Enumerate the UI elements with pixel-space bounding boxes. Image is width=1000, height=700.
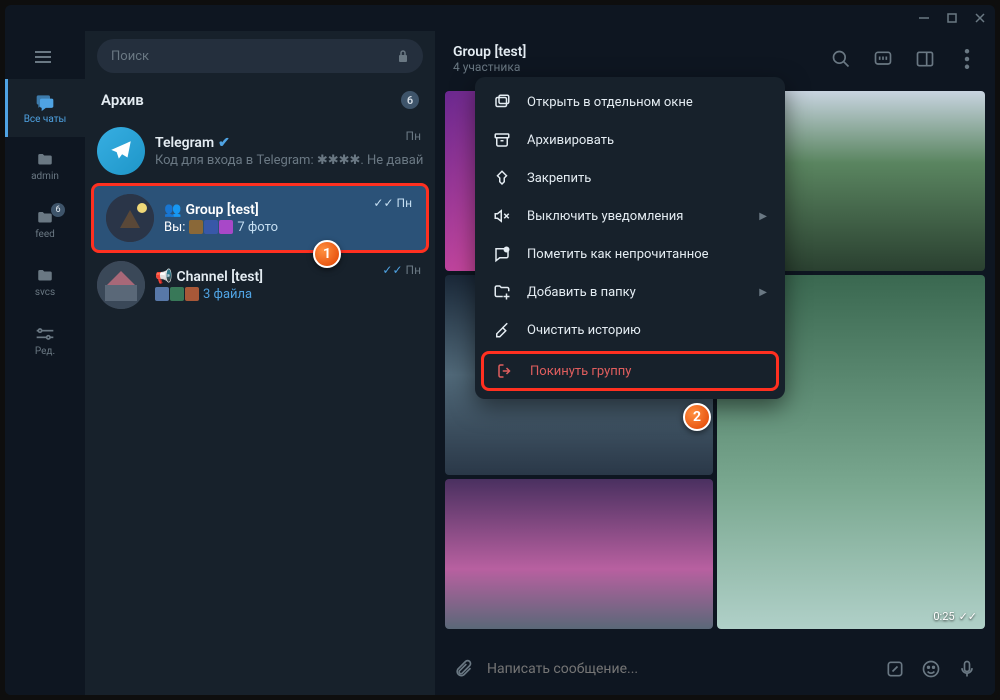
group-name: Group [test] — [453, 44, 526, 60]
maximize-icon[interactable] — [945, 11, 959, 25]
folder-label: svcs — [35, 287, 55, 298]
menu-mark-unread[interactable]: Пометить как непрочитанное — [475, 235, 785, 273]
avatar — [97, 127, 145, 175]
attach-icon[interactable] — [453, 659, 473, 679]
menu-add-folder[interactable]: Добавить в папку ▶ — [475, 273, 785, 311]
pin-icon — [493, 169, 511, 187]
group-subtitle: 4 участника — [453, 60, 526, 74]
menu-pin[interactable]: Закрепить — [475, 159, 785, 197]
mute-icon — [493, 207, 511, 225]
folder-label: feed — [35, 229, 55, 240]
menu-open-separate[interactable]: Открыть в отдельном окне — [475, 83, 785, 121]
more-icon[interactable] — [957, 49, 977, 69]
annotation-marker-1: 1 — [313, 240, 341, 268]
chevron-right-icon: ▶ — [759, 287, 767, 298]
search-icon[interactable] — [831, 49, 851, 69]
chat-telegram[interactable]: Telegram ✔ Код для входа в Telegram: ✱✱✱… — [85, 119, 435, 183]
search-placeholder: Поиск — [111, 49, 149, 64]
menu-label: Добавить в папку — [527, 285, 636, 300]
channel-icon: 📢 — [155, 269, 172, 285]
verified-icon: ✔ — [218, 135, 230, 151]
folder-svcs[interactable]: svcs — [5, 253, 85, 311]
menu-label: Покинуть группу — [530, 364, 631, 379]
checks-icon: ✓✓ — [382, 263, 402, 277]
chat-title: Channel [test] — [176, 269, 263, 285]
settings-icon — [35, 324, 55, 344]
voice-icon[interactable] — [957, 659, 977, 679]
menu-label: Выключить уведомления — [527, 209, 683, 224]
leave-icon — [496, 362, 514, 380]
message-composer — [435, 643, 995, 695]
chats-icon — [34, 92, 56, 112]
checks-icon: ✓✓ — [373, 196, 393, 210]
chat-channel-test[interactable]: 📢 Channel [test] 3 файла ✓✓ Пн — [85, 253, 435, 317]
archive-label: Архив — [101, 91, 144, 109]
thumbnails — [189, 220, 233, 234]
sidebar-icon[interactable] — [915, 49, 935, 69]
minimize-icon[interactable] — [917, 11, 931, 25]
group-icon: 👥 — [164, 202, 181, 218]
chat-group-test[interactable]: 👥 Group [test] Вы: 7 фото ✓✓ Пн — [91, 183, 429, 253]
close-icon[interactable] — [973, 11, 987, 25]
menu-button[interactable] — [5, 35, 85, 79]
video-duration: 0:25 — [933, 610, 954, 623]
menu-mute[interactable]: Выключить уведомления ▶ — [475, 197, 785, 235]
menu-label: Пометить как непрочитанное — [527, 247, 709, 262]
emoji-icon[interactable] — [921, 659, 941, 679]
chat-time: Пн — [397, 196, 412, 210]
menu-label: Архивировать — [527, 133, 614, 148]
chat-time: Пн — [406, 129, 421, 143]
folder-all-chats[interactable]: Все чаты — [5, 79, 85, 137]
chat-title: Telegram — [155, 135, 214, 151]
popup-icon — [493, 93, 511, 111]
message-input[interactable] — [487, 661, 871, 677]
menu-label: Очистить историю — [527, 323, 641, 338]
menu-label: Открыть в отдельном окне — [527, 95, 693, 110]
chat-title-block[interactable]: Group [test] 4 участника — [453, 44, 526, 74]
folder-icon — [34, 267, 56, 285]
comments-icon[interactable] — [873, 49, 893, 69]
commands-icon[interactable] — [885, 659, 905, 679]
checks-icon: ✓✓ — [959, 610, 977, 623]
menu-clear-history[interactable]: Очистить историю — [475, 311, 785, 349]
thumbnails — [155, 287, 199, 301]
chat-list: Поиск Архив 6 Telegram ✔ Код для входа в… — [85, 31, 435, 695]
folder-feed[interactable]: feed 6 — [5, 195, 85, 253]
chat-you: Вы: — [164, 220, 185, 235]
unread-icon — [493, 245, 511, 263]
menu-archive[interactable]: Архивировать — [475, 121, 785, 159]
folders-sidebar: Все чаты admin feed 6 svcs Ред. — [5, 31, 85, 695]
chat-title: Group [test] — [185, 202, 258, 218]
annotation-marker-2: 2 — [683, 403, 711, 431]
app-window: Все чаты admin feed 6 svcs Ред. — [5, 5, 995, 695]
archive-header[interactable]: Архив 6 — [85, 81, 435, 119]
titlebar — [5, 5, 995, 31]
folder-label: Ред. — [35, 346, 55, 357]
search-input[interactable]: Поиск — [97, 39, 423, 73]
broom-icon — [493, 321, 511, 339]
chat-suffix: 3 файла — [203, 287, 252, 302]
chat-suffix: 7 фото — [237, 220, 278, 235]
menu-label: Закрепить — [527, 171, 591, 186]
avatar — [97, 261, 145, 309]
folder-add-icon — [493, 283, 511, 301]
menu-leave-group[interactable]: Покинуть группу — [481, 351, 779, 391]
folder-edit[interactable]: Ред. — [5, 311, 85, 369]
folder-badge: 6 — [51, 203, 65, 217]
avatar — [106, 194, 154, 242]
media-tile[interactable] — [445, 479, 713, 629]
lock-icon — [397, 49, 409, 63]
chat-time: Пн — [406, 263, 421, 277]
chat-preview: Код для входа в Telegram: ✱✱✱✱. Не давай… — [155, 153, 423, 168]
archive-count: 6 — [401, 91, 419, 109]
folder-icon — [34, 151, 56, 169]
folder-label: admin — [31, 171, 59, 182]
folder-label: Все чаты — [24, 114, 67, 125]
folder-admin[interactable]: admin — [5, 137, 85, 195]
archive-icon — [493, 131, 511, 149]
chevron-right-icon: ▶ — [759, 211, 767, 222]
context-menu: Открыть в отдельном окне Архивировать За… — [475, 77, 785, 399]
